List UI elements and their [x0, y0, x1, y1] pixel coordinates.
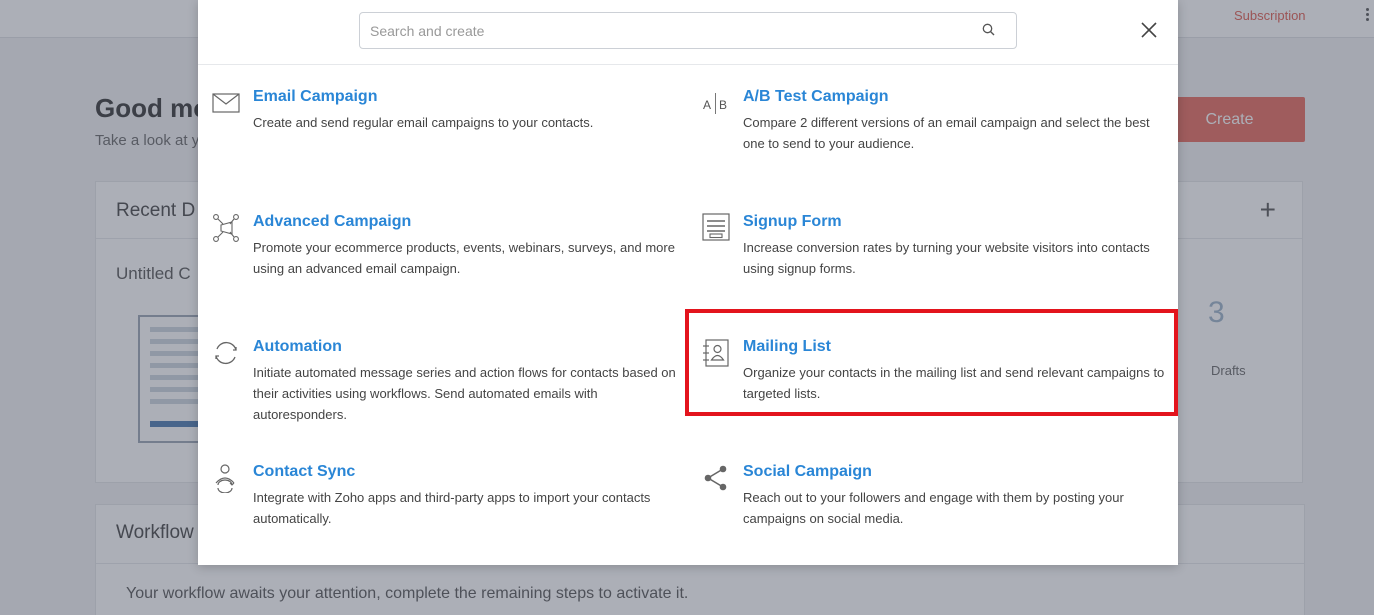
item-contact-sync[interactable]: Contact Sync Integrate with Zoho apps an… [212, 463, 682, 581]
item-advanced-campaign[interactable]: Advanced Campaign Promote your ecommerce… [212, 213, 682, 331]
item-ab-test-campaign[interactable]: A B A/B Test Campaign Compare 2 differen… [702, 88, 1172, 206]
item-title[interactable]: Email Campaign [253, 88, 377, 106]
search-input[interactable] [360, 13, 980, 48]
item-description: Initiate automated message series and ac… [253, 365, 676, 422]
svg-text:A: A [703, 98, 711, 112]
item-title[interactable]: Contact Sync [253, 463, 355, 481]
highlight-box [685, 309, 1178, 416]
item-description: Create and send regular email campaigns … [253, 115, 594, 130]
signup-form-icon [702, 213, 730, 241]
contact-sync-icon [215, 464, 235, 493]
svg-text:B: B [719, 98, 727, 112]
item-social-campaign[interactable]: Social Campaign Reach out to your follow… [702, 463, 1172, 581]
item-title[interactable]: Social Campaign [743, 463, 872, 481]
item-description: Promote your ecommerce products, events,… [253, 240, 675, 276]
item-description: Integrate with Zoho apps and third-party… [253, 490, 651, 526]
item-title[interactable]: Advanced Campaign [253, 213, 411, 231]
item-email-campaign[interactable]: Email Campaign Create and send regular e… [212, 88, 682, 206]
item-title[interactable]: A/B Test Campaign [743, 88, 889, 106]
create-modal: Email Campaign Create and send regular e… [198, 0, 1178, 565]
item-title[interactable]: Signup Form [743, 213, 842, 231]
search-icon[interactable] [981, 22, 997, 38]
modal-header [198, 0, 1178, 65]
advanced-campaign-icon [213, 214, 239, 242]
search-box [359, 12, 1017, 49]
item-description: Increase conversion rates by turning you… [743, 240, 1150, 276]
item-title[interactable]: Automation [253, 338, 342, 356]
item-description: Compare 2 different versions of an email… [743, 115, 1150, 151]
envelope-icon [212, 93, 240, 113]
close-icon[interactable] [1137, 18, 1161, 42]
refresh-icon [215, 341, 237, 365]
share-icon [704, 465, 727, 491]
item-description: Reach out to your followers and engage w… [743, 490, 1124, 526]
item-automation[interactable]: Automation Initiate automated message se… [212, 338, 682, 456]
ab-test-icon: A B [703, 93, 727, 114]
